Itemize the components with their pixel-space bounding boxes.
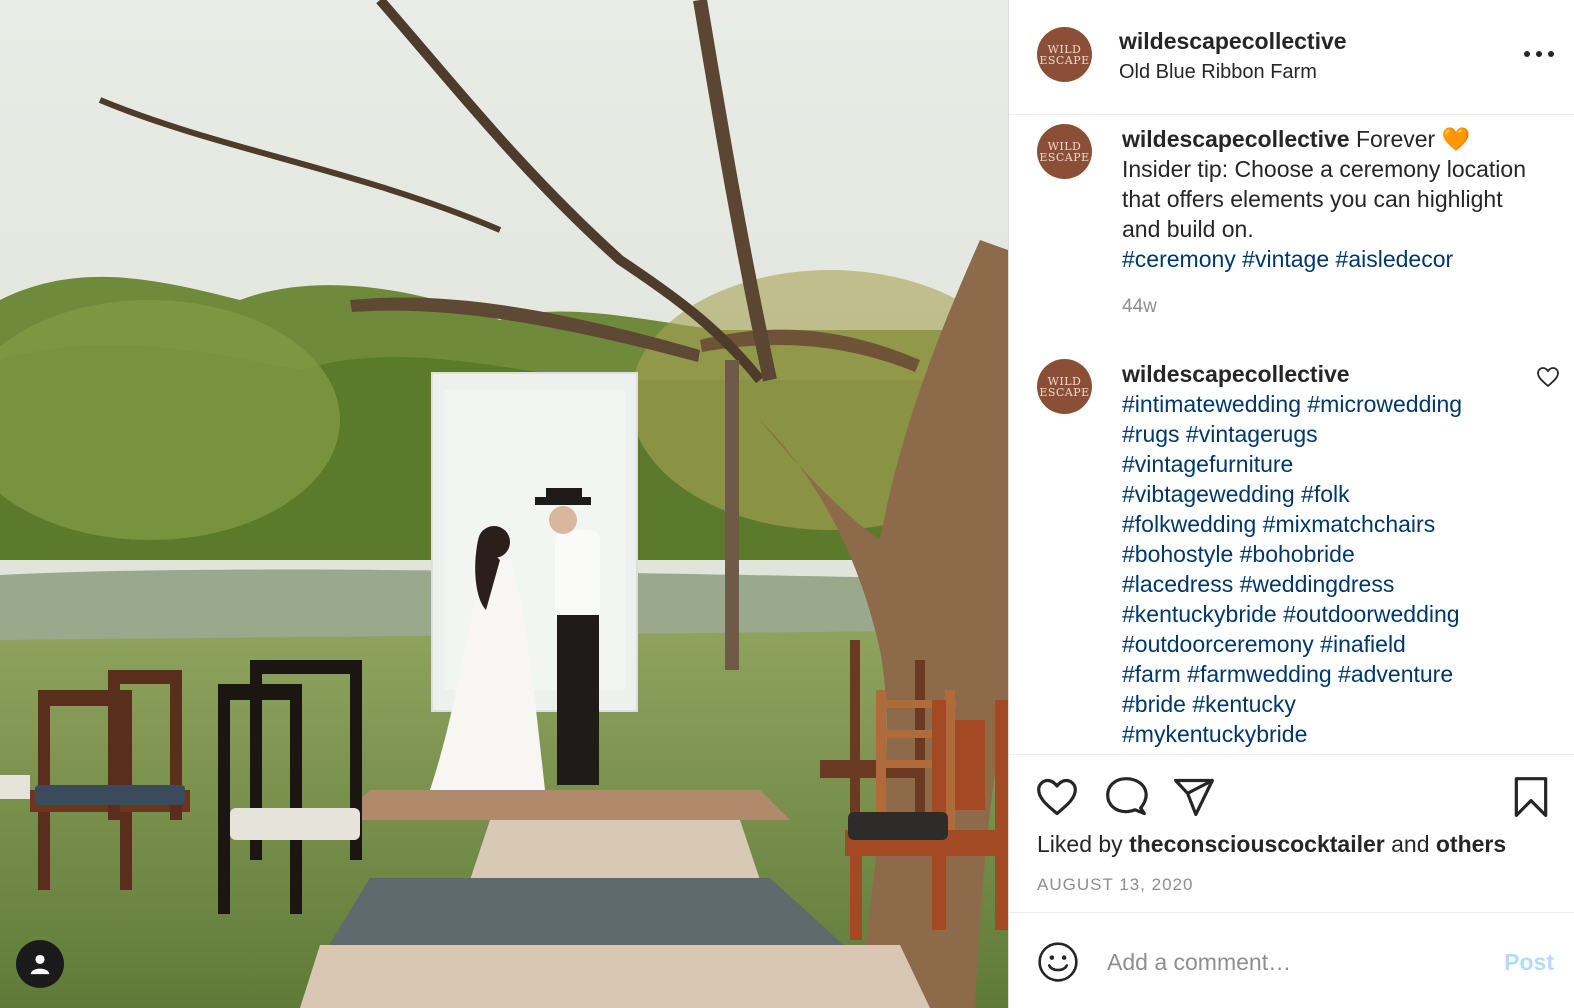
caption-body: Insider tip: Choose a ceremony location …: [1122, 156, 1526, 242]
hashtag-line[interactable]: #vibtagewedding #folk: [1122, 481, 1350, 507]
heart-emoji: 🧡: [1441, 126, 1471, 152]
post-actions: Liked by theconsciouscocktailer and othe…: [1009, 754, 1574, 912]
hashtag-line[interactable]: #bride #kentucky: [1122, 691, 1296, 717]
liker-username[interactable]: theconsciouscocktailer: [1129, 831, 1385, 857]
comment-bubble-icon[interactable]: [1104, 775, 1148, 819]
comment-like-heart-icon[interactable]: [1536, 365, 1560, 389]
add-comment-bar: Post: [1009, 912, 1574, 1008]
hashtag-line[interactable]: #outdoorceremony #inafield: [1122, 631, 1406, 657]
person-icon: [30, 954, 50, 975]
caption: WILD ESCAPE wildescapecollective Forever…: [1009, 116, 1574, 346]
post-date[interactable]: AUGUST 13, 2020: [1037, 875, 1193, 895]
hashtag[interactable]: #aisledecor: [1336, 246, 1454, 272]
caption-username[interactable]: wildescapecollective: [1122, 126, 1350, 152]
smiley-icon[interactable]: [1037, 941, 1079, 983]
hashtag-line[interactable]: #farm #farmwedding #adventure: [1122, 661, 1453, 687]
hashtag[interactable]: #ceremony: [1122, 246, 1236, 272]
hashtag-line[interactable]: #lacedress #weddingdress: [1122, 571, 1394, 597]
post-comment-button[interactable]: Post: [1504, 949, 1554, 976]
hashtag-line[interactable]: #rugs #vintagerugs: [1122, 421, 1318, 447]
hashtag-line[interactable]: #kentuckybride #outdoorwedding: [1122, 601, 1460, 627]
comment-text: wildescapecollective #intimatewedding #m…: [1122, 359, 1542, 749]
likes-others-link[interactable]: others: [1436, 831, 1506, 857]
hashtag-line[interactable]: #intimatewedding #microwedding: [1122, 391, 1462, 417]
tagged-users-button[interactable]: [16, 940, 64, 988]
post-header: WILD ESCAPE wildescapecollective Old Blu…: [1009, 0, 1574, 115]
post-photo[interactable]: [0, 0, 1008, 1008]
hashtag-line[interactable]: #bohostyle #bohobride: [1122, 541, 1355, 567]
comment-input[interactable]: [1105, 941, 1469, 983]
hashtag-line[interactable]: #folkwedding #mixmatchchairs: [1122, 511, 1435, 537]
wedding-ceremony-image: [0, 0, 1008, 1008]
paper-plane-icon[interactable]: [1172, 775, 1216, 819]
caption-text: wildescapecollective Forever 🧡 Insider t…: [1122, 124, 1542, 274]
avatar-text: WILD: [1047, 374, 1082, 388]
caption-line1: Forever: [1355, 126, 1436, 152]
heart-icon[interactable]: [1035, 775, 1079, 819]
post-details-panel: WILD ESCAPE wildescapecollective Old Blu…: [1008, 0, 1574, 1008]
comment-item: WILD ESCAPE wildescapecollective #intima…: [1009, 351, 1574, 751]
avatar-text: WILD: [1047, 139, 1082, 153]
hashtag-line[interactable]: #vintagefurniture: [1122, 451, 1293, 477]
likes-middle: and: [1391, 831, 1430, 857]
avatar-text: ESCAPE: [1039, 385, 1090, 399]
avatar-text: ESCAPE: [1039, 53, 1090, 67]
avatar-text: ESCAPE: [1039, 150, 1090, 164]
caption-time[interactable]: 44w: [1122, 296, 1157, 318]
hashtag-line[interactable]: #mykentuckybride: [1122, 721, 1307, 747]
avatar-text: WILD: [1047, 42, 1082, 56]
comments-list[interactable]: WILD ESCAPE wildescapecollective Forever…: [1009, 116, 1574, 754]
likes-prefix: Liked by: [1037, 831, 1123, 857]
more-options-icon[interactable]: [1524, 44, 1554, 64]
avatar[interactable]: WILD ESCAPE: [1037, 124, 1092, 179]
avatar[interactable]: WILD ESCAPE: [1037, 27, 1092, 82]
comment-username[interactable]: wildescapecollective: [1122, 361, 1350, 387]
post-location[interactable]: Old Blue Ribbon Farm: [1119, 61, 1317, 84]
likes-summary: Liked by theconsciouscocktailer and othe…: [1037, 831, 1506, 858]
hashtag[interactable]: #vintage: [1242, 246, 1329, 272]
post-username[interactable]: wildescapecollective: [1119, 28, 1347, 55]
bookmark-icon[interactable]: [1509, 775, 1553, 819]
avatar[interactable]: WILD ESCAPE: [1037, 359, 1092, 414]
